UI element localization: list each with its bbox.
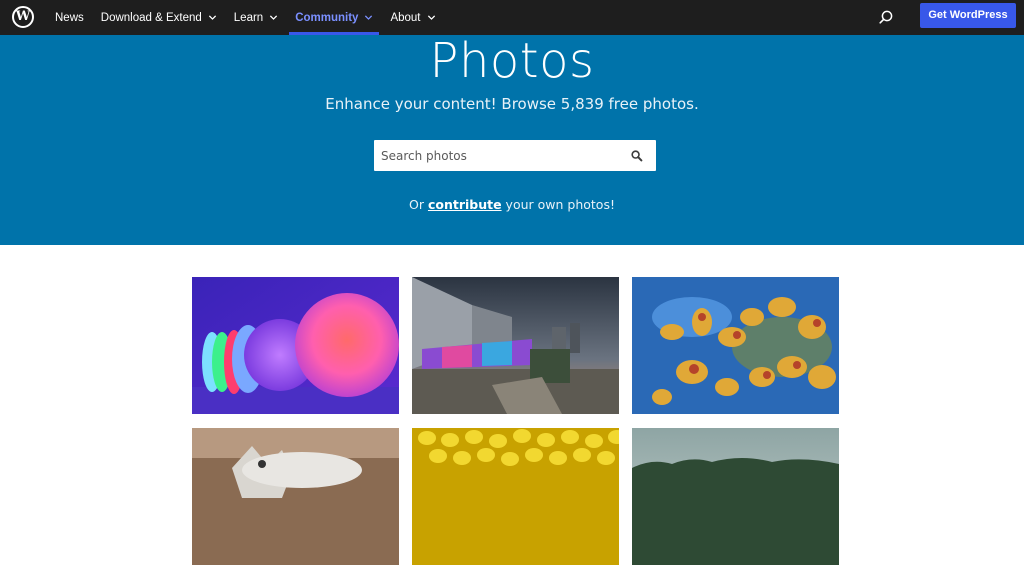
nav-item-label: Download & Extend [100, 11, 202, 24]
photo-thumbnail-corn[interactable] [412, 428, 619, 565]
top-navigation-bar: W News Download & Extend Learn Community… [0, 0, 1024, 35]
photo-thumbnail-koi-fish[interactable] [632, 277, 839, 414]
page-title: Photos [429, 33, 595, 89]
nav-item-learn[interactable]: Learn [234, 0, 278, 35]
chevron-down-icon [364, 13, 373, 22]
photo-thumbnail-landscape[interactable] [632, 428, 839, 565]
nav-item-label: Community [295, 11, 359, 24]
page-subtitle: Enhance your content! Browse 5,839 free … [325, 95, 699, 113]
nav-item-label: News [55, 11, 84, 24]
main-nav: News Download & Extend Learn Community A… [55, 0, 453, 35]
get-wordpress-button[interactable]: Get WordPress [920, 3, 1016, 28]
chevron-down-icon [208, 13, 217, 22]
contribute-suffix: your own photos! [501, 197, 615, 212]
nav-item-download-extend[interactable]: Download & Extend [101, 0, 217, 35]
nav-item-label: Learn [233, 11, 264, 24]
photo-search-form [374, 140, 656, 171]
search-submit-icon[interactable] [630, 149, 644, 163]
nav-item-about[interactable]: About [390, 0, 435, 35]
wordpress-logo-icon[interactable]: W [12, 6, 34, 28]
photo-thumbnail-buildings[interactable] [412, 277, 619, 414]
contribute-prefix: Or [409, 197, 428, 212]
nav-item-community[interactable]: Community [289, 0, 380, 35]
search-input[interactable] [374, 140, 624, 171]
hero-banner: Photos Enhance your content! Browse 5,83… [0, 33, 1024, 245]
nav-item-label: About [390, 11, 421, 24]
photo-thumbnail-goat[interactable] [192, 428, 399, 565]
contribute-link[interactable]: contribute [428, 197, 502, 212]
contribute-text: Or contribute your own photos! [0, 197, 1024, 212]
search-icon[interactable] [878, 9, 894, 25]
chevron-down-icon [269, 13, 278, 22]
nav-item-news[interactable]: News [55, 0, 84, 35]
chevron-down-icon [427, 13, 436, 22]
photo-thumbnail-light-spheres[interactable] [192, 277, 399, 414]
